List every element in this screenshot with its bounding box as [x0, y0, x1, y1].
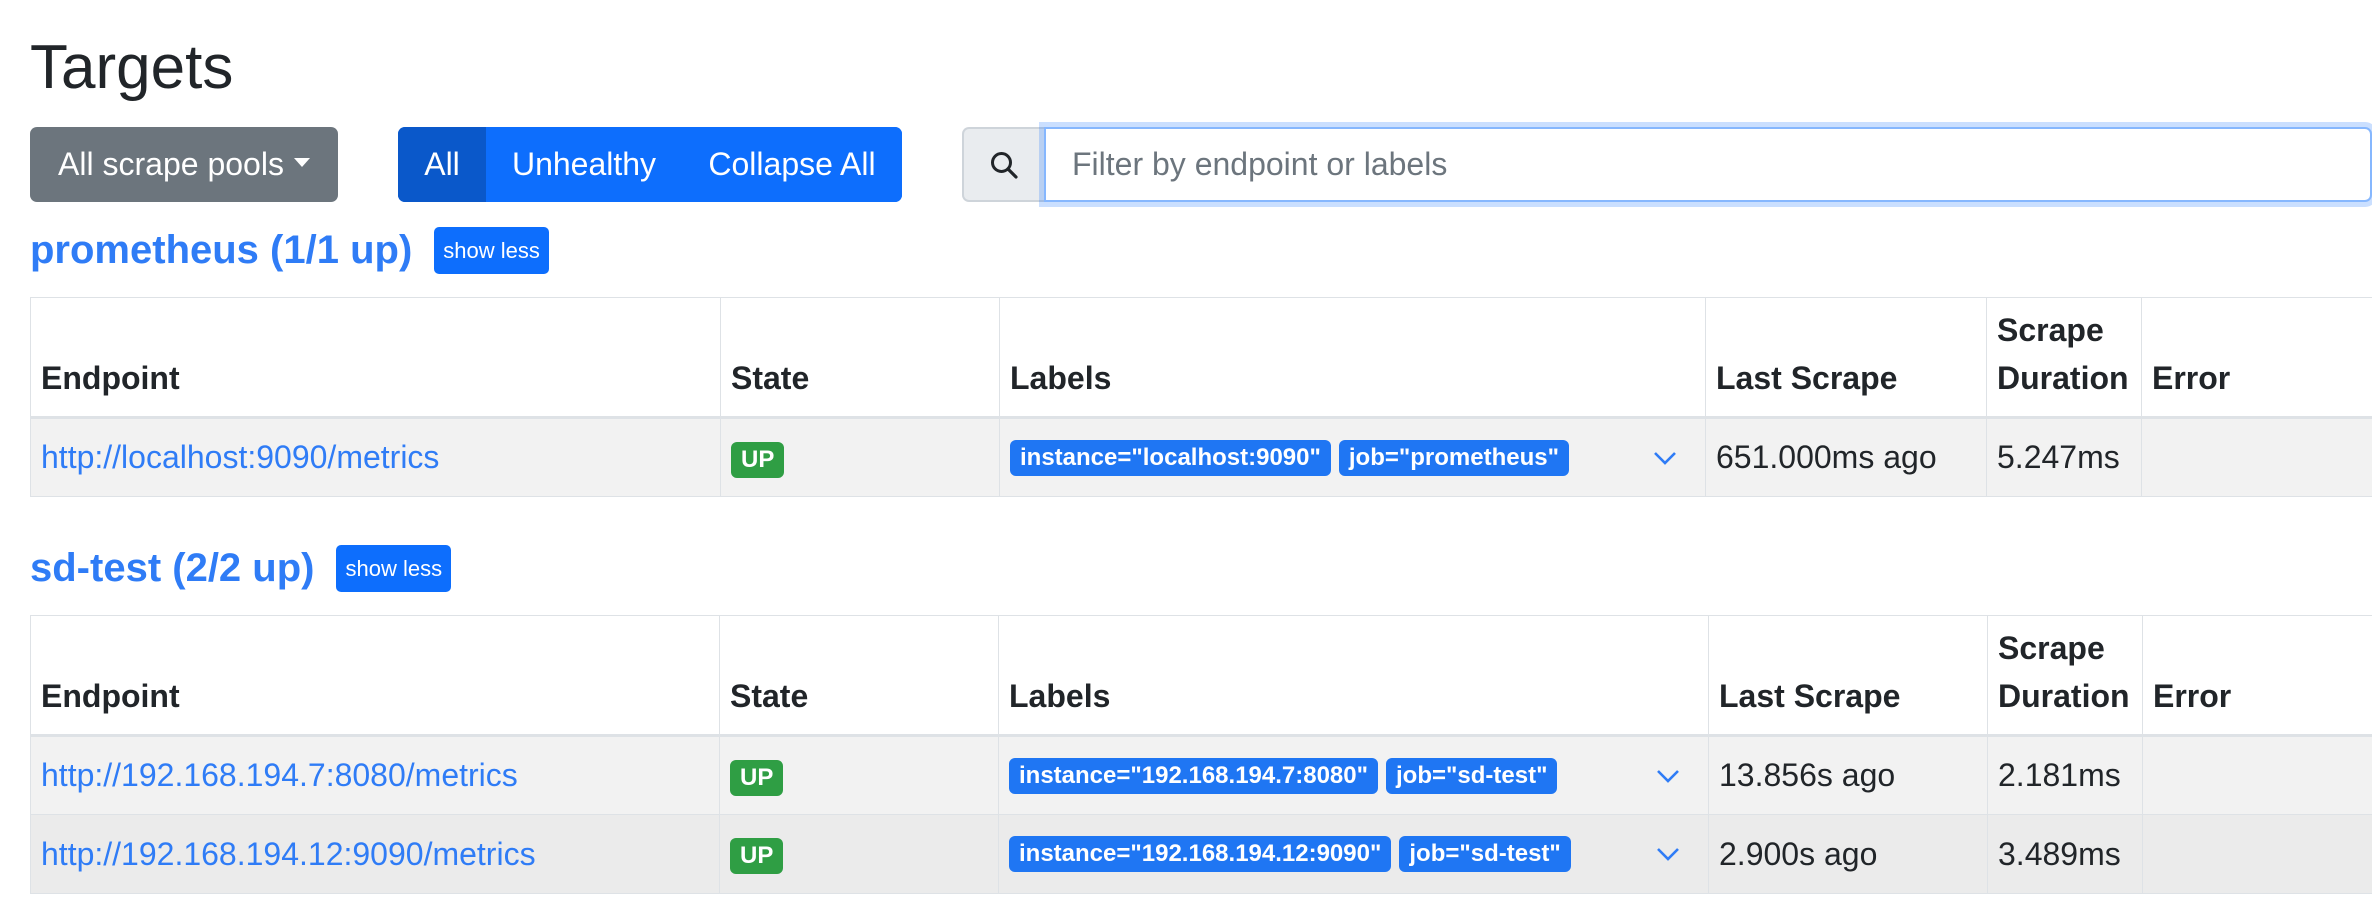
- filter-button-group: All Unhealthy Collapse All: [398, 127, 902, 202]
- targets-table-sd-test: Endpoint State Labels Last Scrape Scrape…: [30, 615, 2372, 894]
- state-badge: UP: [730, 759, 784, 796]
- filter-all-button[interactable]: All: [398, 127, 486, 202]
- last-scrape-value: 2.900s ago: [1708, 814, 1988, 894]
- state-badge: UP: [730, 838, 784, 874]
- page-title: Targets: [30, 33, 234, 102]
- table-row: http://192.168.194.12:9090/metrics UP in…: [30, 814, 2372, 894]
- targets-page: Targets All scrape pools All Unhealthy C…: [0, 0, 2372, 914]
- filter-unhealthy-button[interactable]: Unhealthy: [486, 127, 682, 202]
- show-less-button-prometheus[interactable]: show less: [434, 227, 549, 274]
- labels-list: instance="localhost:9090" job="prometheu…: [1010, 439, 1695, 476]
- search-group: [962, 127, 2372, 202]
- scrape-pools-dropdown-label: All scrape pools: [58, 146, 284, 182]
- error-value: [2142, 735, 2372, 815]
- last-scrape-value: 13.856s ago: [1708, 735, 1988, 815]
- column-header-scrape-duration: Scrape Duration: [1987, 615, 2143, 737]
- column-header-last-scrape: Last Scrape: [1705, 297, 1987, 419]
- column-header-endpoint: Endpoint: [30, 297, 721, 419]
- label-badge: instance="localhost:9090": [1010, 439, 1331, 476]
- labels-list: instance="192.168.194.12:9090" job="sd-t…: [1009, 836, 1698, 872]
- search-input[interactable]: [1044, 127, 2372, 202]
- chevron-down-icon: [1657, 769, 1679, 783]
- error-value: [2142, 814, 2372, 894]
- column-header-scrape-duration: Scrape Duration: [1986, 297, 2142, 419]
- label-badge: job="sd-test": [1399, 836, 1571, 872]
- expand-labels-toggle[interactable]: [1653, 450, 1677, 466]
- table-row: http://localhost:9090/metrics UP instanc…: [30, 417, 2372, 497]
- targets-table-prometheus: Endpoint State Labels Last Scrape Scrape…: [30, 297, 2372, 497]
- column-header-last-scrape: Last Scrape: [1708, 615, 1988, 737]
- search-addon: [962, 127, 1044, 202]
- label-badge: instance="192.168.194.12:9090": [1009, 836, 1392, 872]
- column-header-labels: Labels: [998, 615, 1709, 737]
- column-header-state: State: [719, 615, 999, 737]
- expand-labels-toggle[interactable]: [1656, 846, 1680, 862]
- pool-header-prometheus: prometheus (1/1 up) show less: [30, 227, 549, 274]
- show-less-button-sd-test[interactable]: show less: [336, 545, 452, 592]
- error-value: [2141, 417, 2372, 497]
- last-scrape-value: 651.000ms ago: [1705, 417, 1987, 497]
- column-header-state: State: [720, 297, 1000, 419]
- scrape-duration-value: 3.489ms: [1987, 814, 2143, 894]
- chevron-down-icon: [1654, 451, 1676, 465]
- pool-title-prometheus[interactable]: prometheus (1/1 up): [30, 228, 412, 273]
- label-badge: instance="192.168.194.7:8080": [1009, 757, 1379, 794]
- scrape-pools-dropdown[interactable]: All scrape pools: [30, 127, 338, 202]
- pool-header-sd-test: sd-test (2/2 up) show less: [30, 545, 452, 592]
- expand-labels-toggle[interactable]: [1656, 768, 1680, 784]
- scrape-duration-value: 2.181ms: [1987, 735, 2143, 815]
- column-header-endpoint: Endpoint: [30, 615, 720, 737]
- pool-title-sd-test[interactable]: sd-test (2/2 up): [30, 546, 314, 591]
- endpoint-link[interactable]: http://192.168.194.7:8080/metrics: [41, 757, 518, 793]
- endpoint-link[interactable]: http://192.168.194.12:9090/metrics: [41, 836, 536, 872]
- chevron-down-icon: [1657, 848, 1679, 861]
- endpoint-link[interactable]: http://localhost:9090/metrics: [41, 439, 439, 475]
- label-badge: job="prometheus": [1338, 439, 1570, 476]
- state-badge: UP: [731, 441, 785, 478]
- table-row: http://192.168.194.7:8080/metrics UP ins…: [30, 735, 2372, 815]
- scrape-duration-value: 5.247ms: [1986, 417, 2142, 497]
- label-badge: job="sd-test": [1386, 757, 1558, 794]
- column-header-error: Error: [2142, 615, 2372, 737]
- caret-down-icon: [293, 158, 310, 167]
- toolbar: All scrape pools All Unhealthy Collapse …: [30, 127, 2372, 202]
- search-icon: [991, 151, 1018, 179]
- column-header-error: Error: [2141, 297, 2372, 419]
- column-header-labels: Labels: [999, 297, 1706, 419]
- labels-list: instance="192.168.194.7:8080" job="sd-te…: [1009, 757, 1698, 794]
- collapse-all-button[interactable]: Collapse All: [682, 127, 902, 202]
